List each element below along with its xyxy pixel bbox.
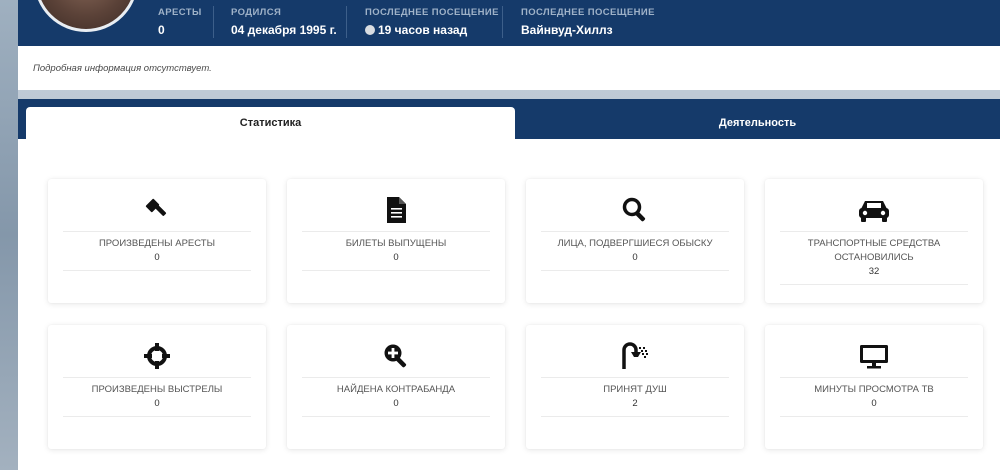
last-seen-time-stat: ПОСЛЕДНЕЕ ПОСЕЩЕНИЕ 19 часов назад [365, 7, 499, 37]
stat-card-shots: ПРОИЗВЕДЕНЫ ВЫСТРЕЛЫ 0 [48, 325, 266, 449]
zoom-in-icon [287, 341, 505, 371]
divider [63, 416, 251, 417]
stat-value: 0 [154, 252, 160, 263]
stat-title: ПРОИЗВЕДЕНЫ АРЕСТЫ [98, 238, 216, 249]
details-box: Подробная информация отсутствует. [18, 46, 1000, 90]
born-stat: РОДИЛСЯ 04 декабря 1995 г. [231, 7, 337, 37]
stat-card-arrests: ПРОИЗВЕДЕНЫ АРЕСТЫ 0 [48, 179, 266, 303]
divider [541, 231, 729, 232]
stat-value: 0 [154, 398, 160, 409]
document-icon [287, 195, 505, 225]
arrests-label: АРЕСТЫ [158, 7, 202, 18]
car-icon [765, 195, 983, 225]
divider [541, 416, 729, 417]
divider [213, 6, 214, 38]
divider [302, 416, 490, 417]
details-text: Подробная информация отсутствует. [33, 63, 212, 74]
last-seen-place-stat: ПОСЛЕДНЕЕ ПОСЕЩЕНИЕ Вайнвуд-Хиллз [521, 7, 655, 37]
divider [541, 377, 729, 378]
stat-title: ЛИЦА, ПОДВЕРГШИЕСЯ ОБЫСКУ [557, 238, 713, 249]
gavel-icon [48, 195, 266, 225]
stat-value: 0 [632, 252, 638, 263]
stat-card-searched: ЛИЦА, ПОДВЕРГШИЕСЯ ОБЫСКУ 0 [526, 179, 744, 303]
stat-card-contraband: НАЙДЕНА КОНТРАБАНДА 0 [287, 325, 505, 449]
divider [346, 6, 347, 38]
last-seen-time-text: 19 часов назад [378, 23, 468, 37]
stat-value: 0 [393, 398, 399, 409]
shower-icon [526, 341, 744, 371]
stat-title: БИЛЕТЫ ВЫПУЩЕНЫ [345, 238, 447, 249]
stat-title: НАЙДЕНА КОНТРАБАНДА [336, 384, 456, 395]
stat-value: 0 [393, 252, 399, 263]
divider [302, 231, 490, 232]
tab-statistics[interactable]: Статистика [26, 107, 515, 139]
divider [302, 270, 490, 271]
divider [780, 284, 968, 285]
divider [63, 231, 251, 232]
stat-value: 2 [632, 398, 638, 409]
arrests-stat: АРЕСТЫ 0 [158, 7, 202, 37]
divider [780, 231, 968, 232]
last-seen-time-label: ПОСЛЕДНЕЕ ПОСЕЩЕНИЕ [365, 7, 499, 18]
divider [502, 6, 503, 38]
stat-title: ПРОИЗВЕДЕНЫ ВЫСТРЕЛЫ [91, 384, 223, 395]
stat-value: 32 [868, 266, 880, 277]
last-seen-place-label: ПОСЛЕДНЕЕ ПОСЕЩЕНИЕ [521, 7, 655, 18]
divider [780, 416, 968, 417]
divider [541, 270, 729, 271]
stat-card-vehicles: ТРАНСПОРТНЫЕ СРЕДСТВА ОСТАНОВИЛИСЬ 32 [765, 179, 983, 303]
status-dot-icon [365, 25, 375, 35]
arrests-value: 0 [158, 23, 165, 37]
last-seen-time-value: 19 часов назад [365, 23, 499, 37]
born-value: 04 декабря 1995 г. [231, 23, 337, 37]
search-icon [526, 195, 744, 225]
tab-bar: Статистика Деятельность [18, 99, 1000, 139]
stat-title: ПРИНЯТ ДУШ [603, 384, 667, 395]
profile-header: АРЕСТЫ 0 РОДИЛСЯ 04 декабря 1995 г. ПОСЛ… [18, 0, 1000, 46]
tab-activity[interactable]: Деятельность [515, 107, 1000, 139]
crosshair-icon [48, 341, 266, 371]
stat-title: ТРАНСПОРТНЫЕ СРЕДСТВА ОСТАНОВИЛИСЬ [807, 238, 941, 263]
stat-card-tickets: БИЛЕТЫ ВЫПУЩЕНЫ 0 [287, 179, 505, 303]
stat-card-shower: ПРИНЯТ ДУШ 2 [526, 325, 744, 449]
last-seen-place-value: Вайнвуд-Хиллз [521, 23, 613, 37]
stat-value: 0 [871, 398, 877, 409]
background-strip [0, 0, 18, 470]
divider [63, 270, 251, 271]
stats-panel: Статистика Деятельность ПРОИЗВЕДЕНЫ АРЕС… [18, 99, 1000, 470]
divider [63, 377, 251, 378]
divider [302, 377, 490, 378]
stat-card-tv: МИНУТЫ ПРОСМОТРА ТВ 0 [765, 325, 983, 449]
tv-icon [765, 341, 983, 371]
born-label: РОДИЛСЯ [231, 7, 282, 18]
divider [780, 377, 968, 378]
stat-title: МИНУТЫ ПРОСМОТРА ТВ [814, 384, 934, 395]
avatar [34, 0, 138, 32]
